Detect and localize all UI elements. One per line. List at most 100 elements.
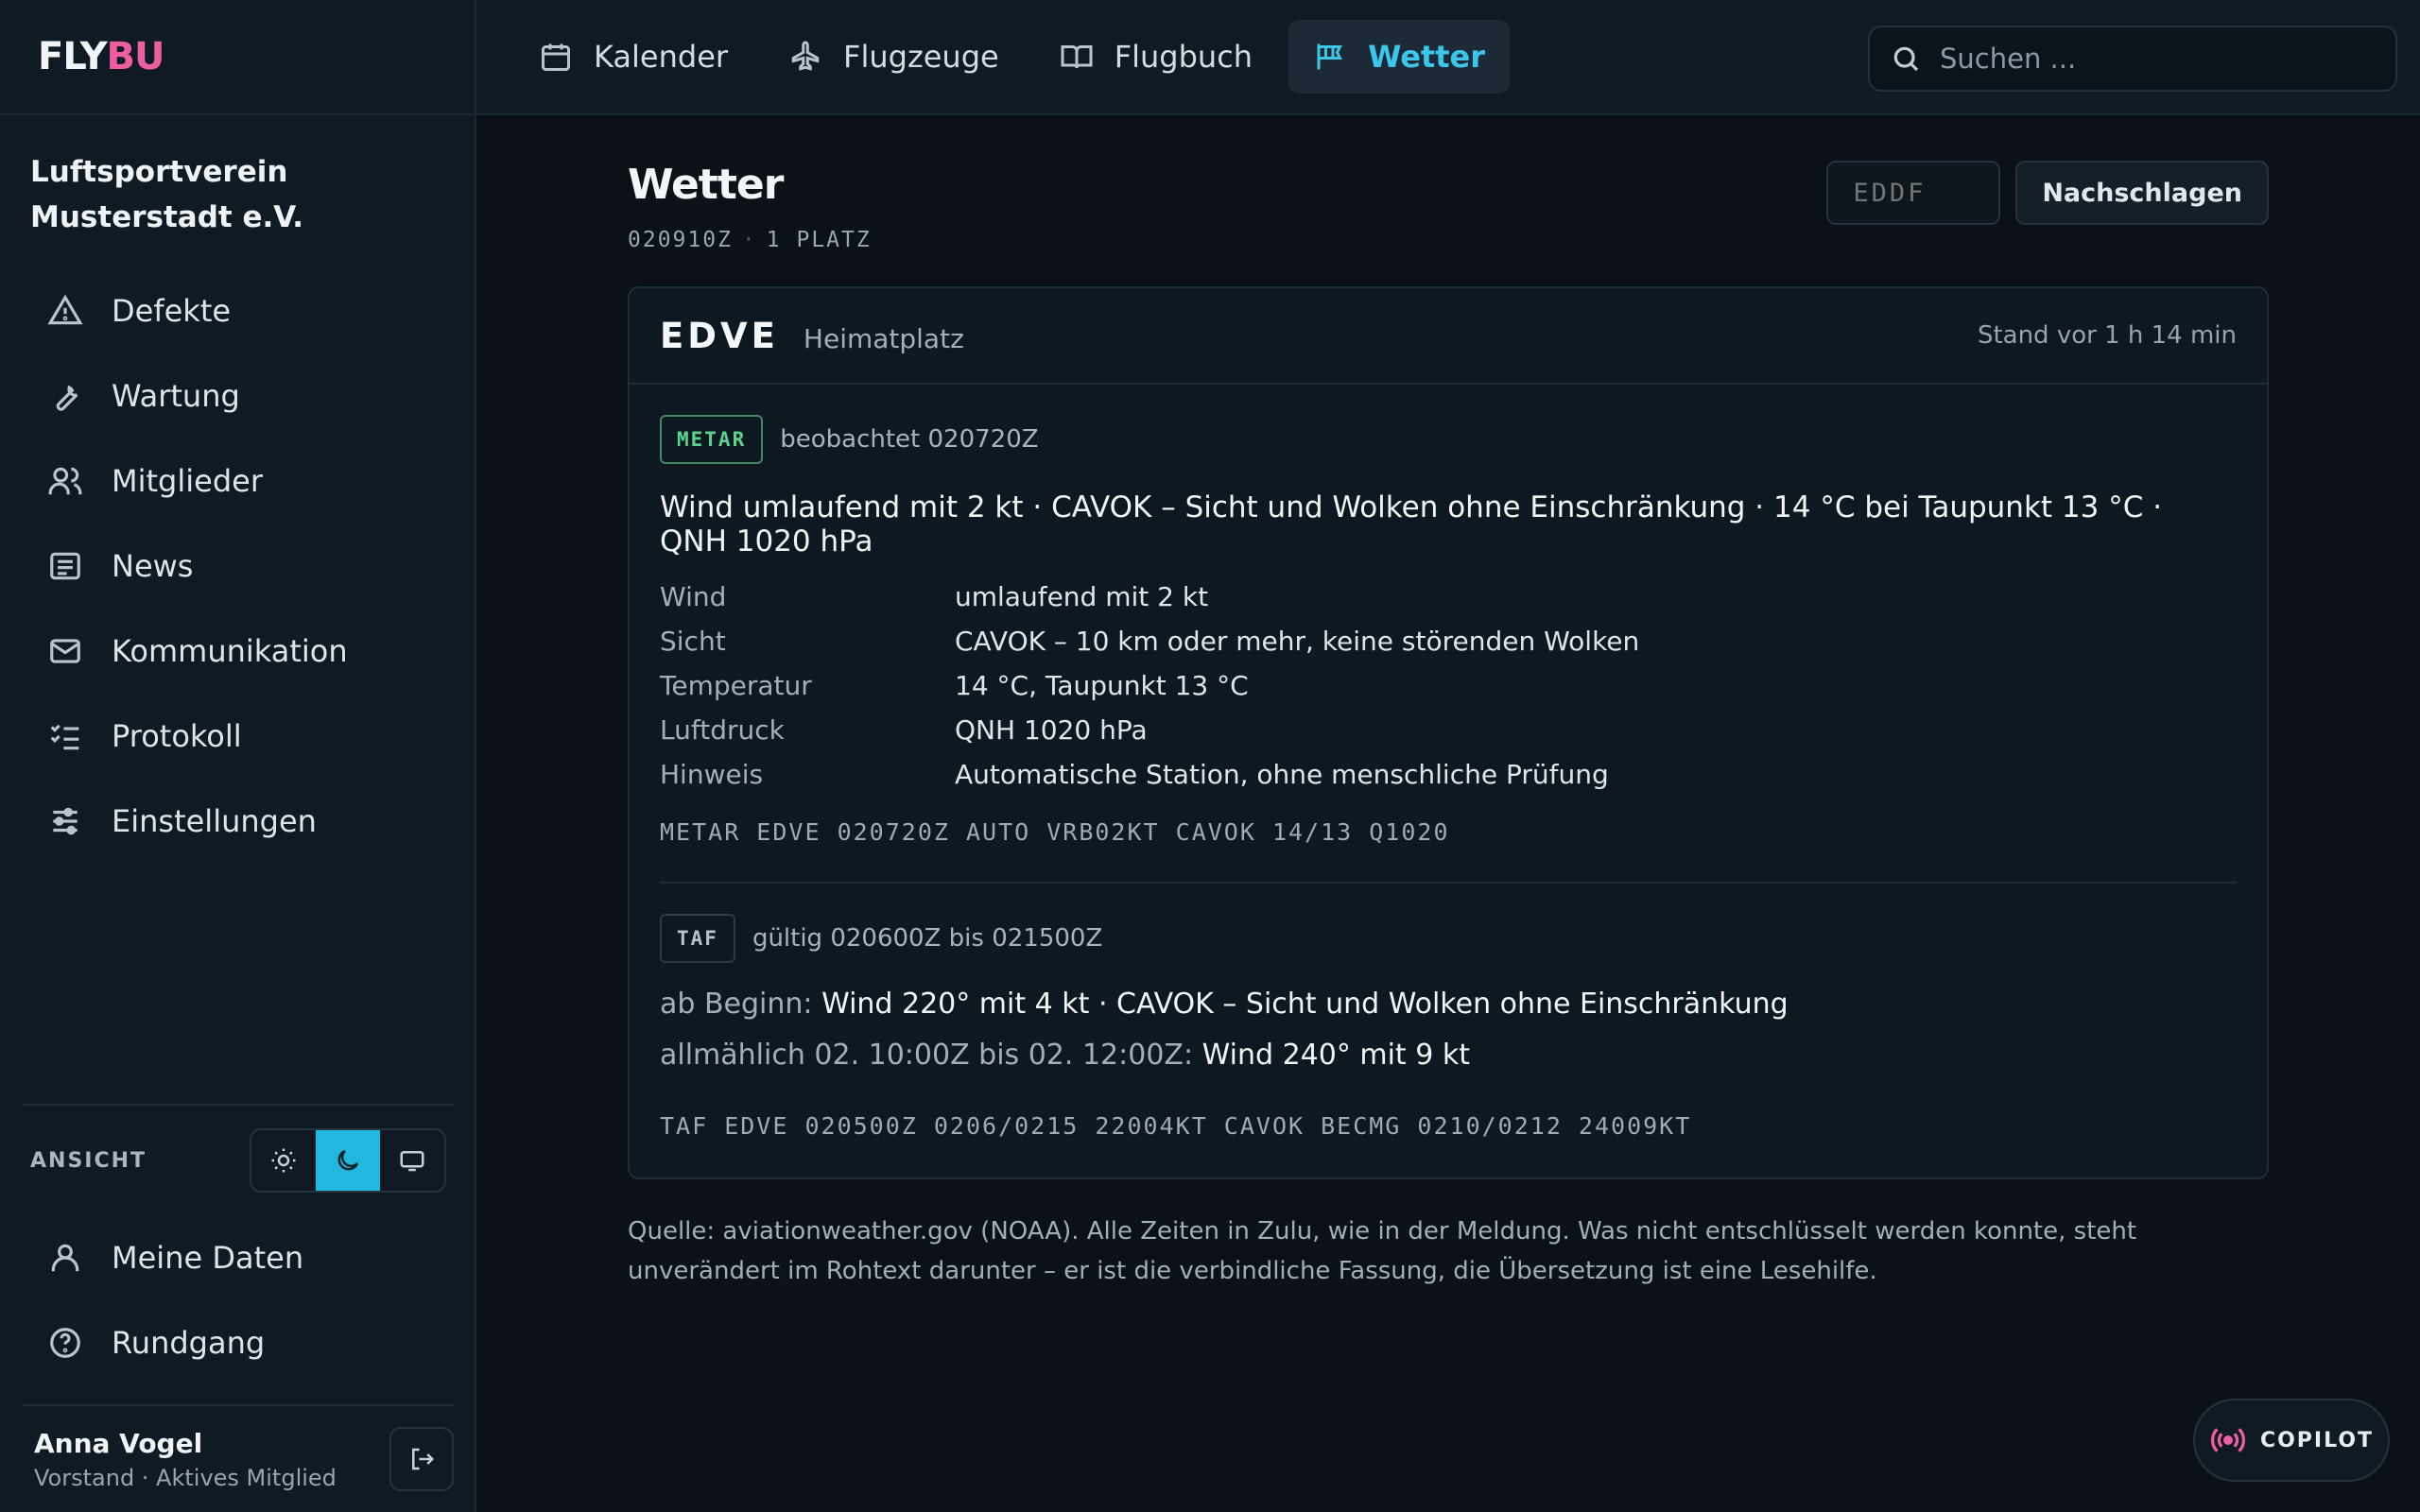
taf-line-label: allmählich 02. 10:00Z bis 02. 12:00Z: [660,1039,1194,1072]
detail-key: Sicht [660,626,726,657]
subtitle-time: 020910Z [628,228,733,252]
wrench-icon [56,385,78,411]
brand-part-2: BU [106,35,165,78]
brand-part-1: FLY [38,35,108,78]
detail-key: Temperatur [660,670,812,701]
detail-key: Wind [660,581,727,612]
copilot-label: COPILOT [2259,1428,2375,1452]
search-icon [1893,46,1919,72]
sidebar-item-label: Protokoll [112,718,242,754]
station-card-header: EDVE Heimatplatz Stand vor 1 h 14 min [630,288,2267,385]
detail-value: QNH 1020 hPa [955,714,1148,746]
search-input[interactable] [1940,43,2356,75]
taf-line-label: ab Beginn: [660,988,813,1021]
tab-wetter[interactable]: Wetter [1288,20,1510,94]
sidebar-item-defekte[interactable]: Defekte [0,268,475,353]
sidebar-bottom: ANSICHT Meine Daten Rundgang Anna Vogel … [0,1104,476,1512]
separator-dot: · [741,228,757,252]
sidebar-item-einstellungen[interactable]: Einstellungen [0,779,475,864]
taf-header: TAF gültig 020600Z bis 021500Z [660,914,2237,963]
detail-value: umlaufend mit 2 kt [955,581,1209,612]
theme-toggle [250,1128,446,1193]
station-card-body: METAR beobachtet 020720Z Wind umlaufend … [630,385,2267,1177]
metar-details: Wind umlaufend mit 2 kt Sicht CAVOK – 10… [660,581,2237,790]
station-icao: EDVE [660,315,779,356]
taf-line-value: Wind 240° mit 9 kt [1201,1039,1470,1072]
detail-value: CAVOK – 10 km oder mehr, keine störenden… [955,626,1640,657]
sidebar-nav: Defekte Wartung Mitglieder News Kommunik… [0,268,475,864]
user-panel: Anna Vogel Vorstand · Aktives Mitglied [0,1406,476,1512]
tab-label: Flugzeuge [843,39,999,75]
user-name: Anna Vogel [34,1427,203,1459]
sidebar-item-label: Defekte [112,293,232,329]
metar-badge: METAR [660,415,764,464]
top-bar: Kalender Flugzeuge Flugbuch Wetter [476,0,2420,115]
subtitle-count: 1 PLATZ [766,228,872,252]
view-switcher-row: ANSICHT [0,1106,476,1215]
sidebar-item-kommunikation[interactable]: Kommunikation [0,609,475,694]
theme-dark-button[interactable] [316,1130,380,1191]
taf-validity: gültig 020600Z bis 021500Z [752,924,1103,953]
tab-label: Kalender [594,39,729,75]
sidebar-item-label: Rundgang [112,1325,266,1361]
main-tabs: Kalender Flugzeuge Flugbuch Wetter [476,20,1510,94]
taf-badge: TAF [660,914,735,963]
brand-logo[interactable]: FLY BU [0,0,475,115]
sidebar: FLY BU Luftsportverein Musterstadt e.V. D… [0,0,476,1512]
logout-button[interactable] [389,1427,454,1491]
moon-icon [337,1149,359,1171]
tab-label: Wetter [1368,39,1485,75]
help-icon [50,1328,80,1358]
view-label: ANSICHT [30,1148,147,1173]
metar-observed: beobachtet 020720Z [780,425,1039,454]
page-title: Wetter [628,161,784,209]
taf-forecast-line: ab Beginn: Wind 220° mit 4 kt · CAVOK – … [660,986,2237,1023]
station-name: Heimatplatz [803,322,964,354]
detail-value: Automatische Station, ohne menschliche P… [955,759,1609,790]
theme-light-button[interactable] [251,1130,316,1191]
tab-label: Flugbuch [1114,39,1253,75]
detail-value: 14 °C, Taupunkt 13 °C [955,670,1249,701]
page-header: Wetter 020910Z · 1 PLATZ Nachschlagen [628,161,2269,252]
theme-system-button[interactable] [380,1130,444,1191]
tab-kalender[interactable]: Kalender [514,20,752,94]
taf-line-value: Wind 220° mit 4 kt · CAVOK – Sicht und W… [821,988,1789,1021]
divider [660,882,2237,884]
mail-icon [50,639,80,663]
lookup-form: Nachschlagen [1826,161,2269,225]
source-note: Quelle: aviationweather.gov (NOAA). Alle… [628,1217,2137,1285]
sidebar-item-meine-daten[interactable]: Meine Daten [0,1215,476,1300]
calendar-icon [542,43,570,71]
users-icon [48,467,82,495]
station-card: EDVE Heimatplatz Stand vor 1 h 14 min ME… [628,286,2269,1179]
warning-icon [47,294,83,325]
sliders-icon [53,807,78,835]
logout-icon [412,1448,435,1470]
taf-raw-text: TAF EDVE 020500Z 0206/0215 22004KT CAVOK… [660,1112,1692,1140]
detail-key: Hinweis [660,759,764,790]
tab-flugbuch[interactable]: Flugbuch [1035,20,1277,94]
search-box [1868,26,2397,92]
metar-raw-text: METAR EDVE 020720Z AUTO VRB02KT CAVOK 14… [660,818,1450,846]
user-role: Vorstand · Aktives Mitglied [34,1464,337,1491]
sun-icon [271,1148,296,1173]
monitor-icon [400,1151,424,1172]
sidebar-item-protokoll[interactable]: Protokoll [0,694,475,779]
sidebar-item-label: Einstellungen [112,803,317,839]
page-subtitle: 020910Z · 1 PLATZ [628,228,872,252]
icao-input[interactable] [1826,161,2001,225]
sidebar-item-mitglieder[interactable]: Mitglieder [0,438,475,524]
lookup-button[interactable]: Nachschlagen [2015,161,2269,225]
sidebar-item-label: Kommunikation [112,633,348,669]
sidebar-item-rundgang[interactable]: Rundgang [0,1300,476,1385]
copilot-button[interactable]: COPILOT [2193,1399,2390,1482]
detail-key: Luftdruck [660,714,785,746]
sidebar-item-news[interactable]: News [0,524,475,609]
station-updated: Stand vor 1 h 14 min [1977,321,2237,350]
organization-name: Luftsportverein Musterstadt e.V. [30,155,304,234]
sidebar-item-label: News [112,548,194,584]
tab-flugzeuge[interactable]: Flugzeuge [764,20,1024,94]
sidebar-item-wartung[interactable]: Wartung [0,353,475,438]
sidebar-item-label: Meine Daten [112,1240,304,1276]
sidebar-item-label: Wartung [112,378,240,414]
